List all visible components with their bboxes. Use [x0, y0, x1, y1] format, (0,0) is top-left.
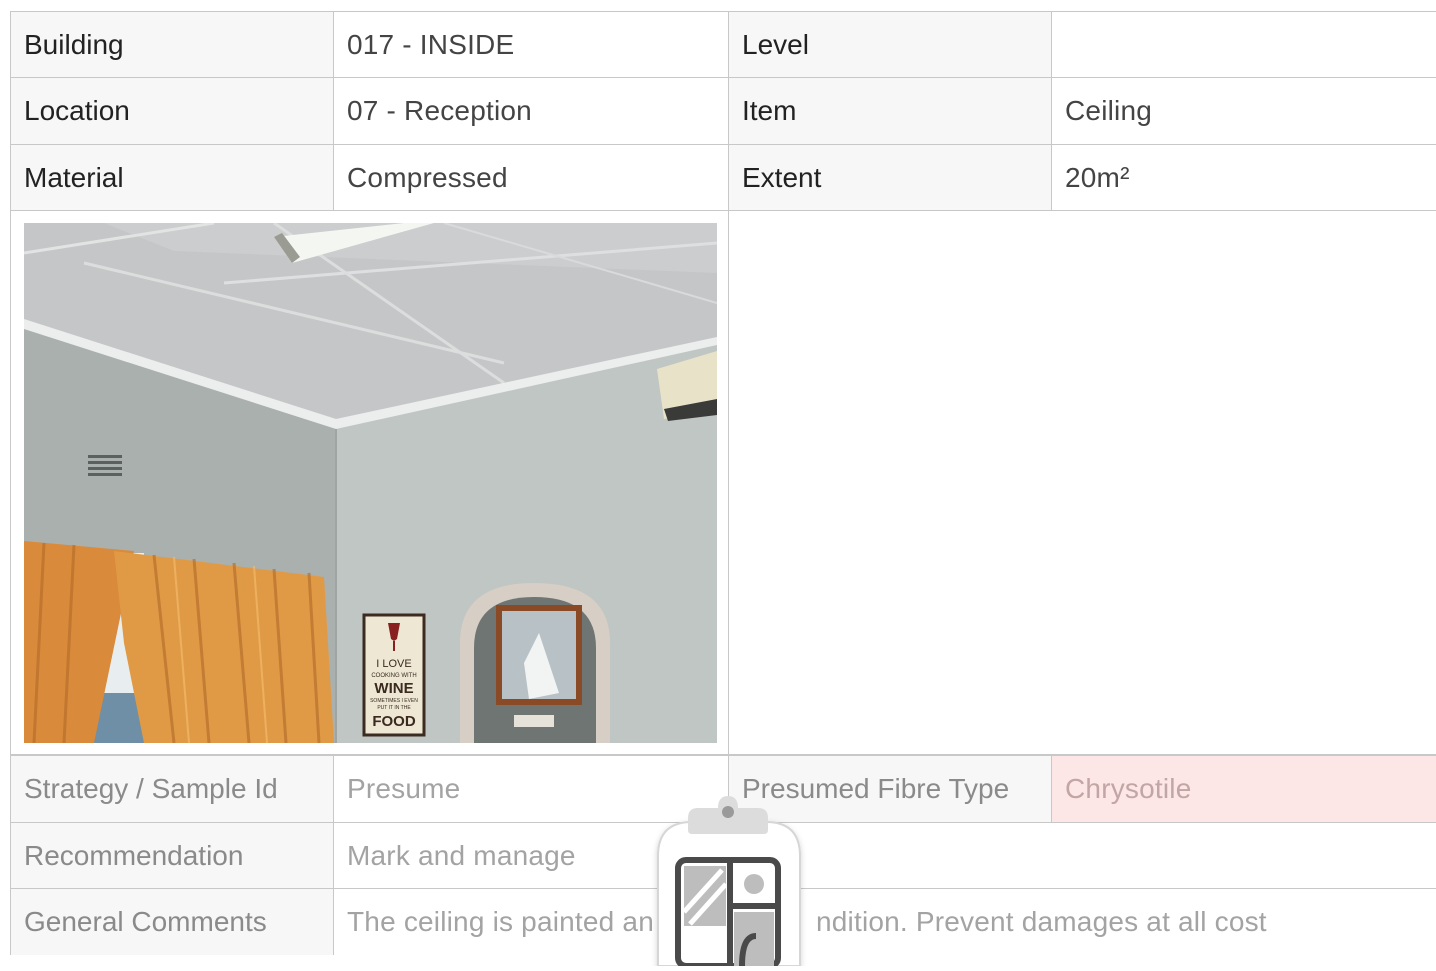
comments-cell: The ceiling is painted an ndition. Preve… — [333, 888, 1436, 955]
row-location: Location 07 - Reception Item Ceiling — [10, 77, 1436, 144]
level-label: Level — [728, 11, 1051, 78]
location-label: Location — [10, 77, 333, 144]
material-label: Material — [10, 144, 333, 211]
sign-line-5: PUT IT IN THE — [377, 705, 411, 711]
recommendation-label: Recommendation — [10, 822, 333, 889]
comments-value: The ceiling is painted an — [347, 906, 654, 937]
sign-line-4: SOMETIMES I EVEN — [370, 698, 418, 704]
extent-value: 20m² — [1051, 144, 1436, 211]
strategy-label: Strategy / Sample Id — [10, 755, 333, 822]
row-building: Building 017 - INSIDE Level — [10, 11, 1436, 78]
sign-line-2: COOKING WITH — [371, 673, 416, 679]
photo-row: I LOVE COOKING WITH WINE SOMETIMES I EVE… — [10, 211, 1436, 755]
recommendation-value: Mark and manage — [333, 822, 1436, 889]
level-value — [1051, 11, 1436, 78]
room-photo[interactable]: I LOVE COOKING WITH WINE SOMETIMES I EVE… — [24, 223, 717, 743]
photo-row-divider — [728, 211, 729, 755]
sign-line-6: FOOD — [372, 713, 415, 730]
fibre-type-value: Chrysotile — [1051, 755, 1436, 822]
comments-label: General Comments — [10, 888, 333, 955]
item-value: Ceiling — [1051, 77, 1436, 144]
sign-line-1: I LOVE — [376, 658, 411, 670]
room-photo-drawing: I LOVE COOKING WITH WINE SOMETIMES I EVE… — [24, 223, 717, 743]
clipboard-gallery-icon — [657, 796, 801, 969]
extent-label: Extent — [728, 144, 1051, 211]
building-value: 017 - INSIDE — [333, 11, 728, 78]
material-value: Compressed — [333, 144, 728, 211]
location-value: 07 - Reception — [333, 77, 728, 144]
building-label: Building — [10, 11, 333, 78]
clipboard-gallery-button[interactable] — [638, 796, 820, 969]
item-label: Item — [728, 77, 1051, 144]
comments-value-tail: ndition. Prevent damages at all cost — [816, 906, 1267, 937]
sign-line-3: WINE — [374, 680, 413, 697]
row-material: Material Compressed Extent 20m² — [10, 144, 1436, 211]
